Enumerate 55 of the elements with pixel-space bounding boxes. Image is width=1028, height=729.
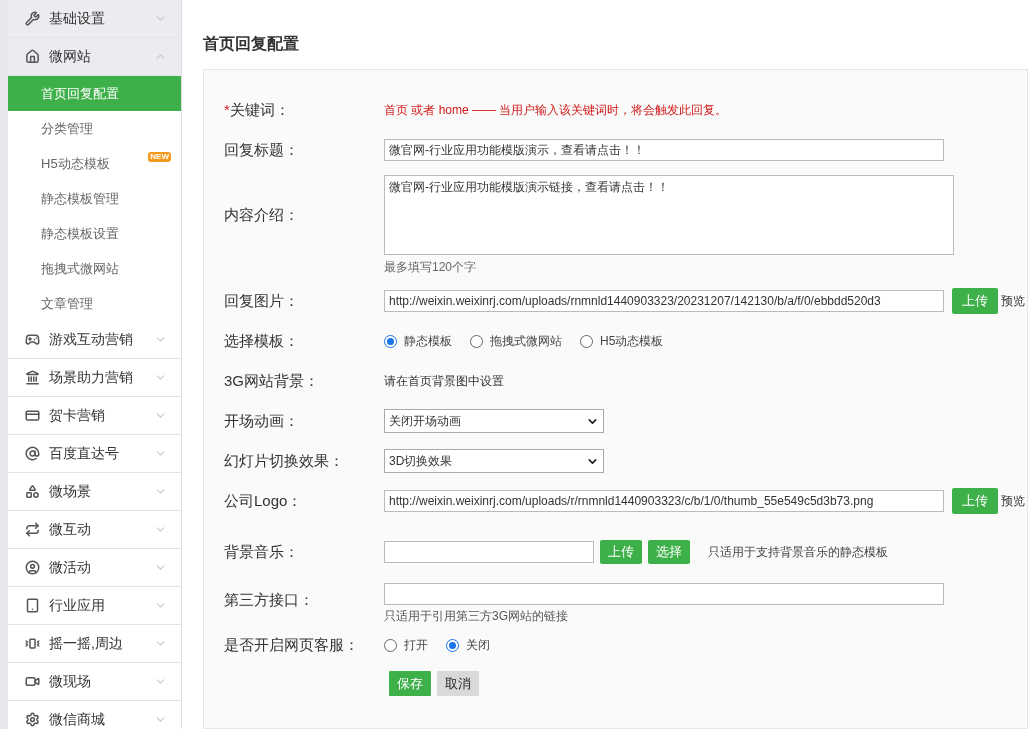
field-label: 是否开启网页客服： bbox=[224, 634, 359, 655]
phone-vibrate-icon bbox=[25, 636, 40, 651]
link-field[interactable] bbox=[384, 583, 944, 605]
music-field[interactable] bbox=[384, 541, 594, 563]
field-label: 第三方接口： bbox=[224, 589, 314, 610]
url-field[interactable]: http://weixin.weixinrj.com/uploads/rnmnld1440903323/20231207/142130/b/a/f/0/ebbdd520d3 bbox=[384, 290, 944, 312]
radio-button[interactable] bbox=[580, 334, 593, 348]
field-label: 内容介绍： bbox=[224, 204, 299, 225]
dropdown-select[interactable]: 3D切换效果 bbox=[384, 449, 604, 473]
radio-label: 静态模板 bbox=[404, 333, 452, 350]
keyword-note: 首页 或者 home —— 当用户输入该关键词时，将会触发此回复。 bbox=[384, 102, 728, 119]
info-text: 请在首页背景图中设置 bbox=[384, 373, 504, 390]
page-title: 首页回复配置 bbox=[203, 34, 300, 54]
wrench-icon bbox=[25, 11, 40, 26]
radio-button[interactable] bbox=[384, 334, 397, 348]
sidebar-group[interactable]: 基础设置 bbox=[8, 0, 181, 38]
user-icon bbox=[25, 560, 40, 575]
home-icon bbox=[25, 49, 40, 64]
preview-link[interactable]: 预览 bbox=[1001, 492, 1025, 510]
cancel-button[interactable]: 取消 bbox=[437, 671, 479, 696]
field-label: 公司Logo： bbox=[224, 490, 303, 511]
dropdown-select[interactable]: 关闭开场动画 bbox=[384, 409, 604, 433]
sidebar-group[interactable]: 微网站 bbox=[8, 38, 181, 76]
radio-button[interactable] bbox=[446, 638, 459, 652]
repeat-icon bbox=[25, 522, 40, 537]
hint-text: 只适用于引用第三方3G网站的链接 bbox=[384, 608, 569, 625]
video-icon bbox=[25, 674, 40, 689]
field-label: 3G网站背景： bbox=[224, 370, 319, 391]
at-sign-icon bbox=[25, 446, 40, 461]
radio-label: 拖拽式微网站 bbox=[490, 333, 562, 350]
field-label: 回复图片： bbox=[224, 290, 299, 311]
preview-link[interactable]: 预览 bbox=[1001, 292, 1025, 310]
field-label: 幻灯片切换效果： bbox=[224, 450, 344, 471]
url-field[interactable]: http://weixin.weixinrj.com/uploads/r/rnmnld1440903323/c/b/1/0/thumb_55e549c5d3b73.png bbox=[384, 490, 944, 512]
shapes-icon bbox=[25, 484, 40, 499]
text-field[interactable]: 微官网-行业应用功能模版演示，查看请点击！！ bbox=[384, 139, 944, 161]
radio-label: 关闭 bbox=[466, 637, 490, 654]
radio-label: H5动态模板 bbox=[600, 333, 664, 350]
gear-icon bbox=[25, 712, 40, 727]
textarea-field[interactable]: 微官网-行业应用功能模版演示链接，查看请点击！！ bbox=[384, 175, 954, 255]
radio-button[interactable] bbox=[470, 334, 483, 348]
field-label: *关键词： bbox=[224, 99, 290, 120]
card-icon bbox=[25, 408, 40, 423]
hint-text: 最多填写120个字 bbox=[384, 259, 478, 276]
field-label: 回复标题： bbox=[224, 139, 299, 160]
field-label: 选择模板： bbox=[224, 330, 299, 351]
radio-button[interactable] bbox=[384, 638, 397, 652]
new-badge: NEW bbox=[148, 152, 171, 162]
field-label: 开场动画： bbox=[224, 410, 299, 431]
gamepad-icon bbox=[25, 332, 40, 347]
field-label: 背景音乐： bbox=[224, 541, 299, 562]
radio-label: 打开 bbox=[404, 637, 428, 654]
note-text: 只适用于支持背景音乐的静态模板 bbox=[708, 544, 888, 561]
tablet-icon bbox=[25, 598, 40, 613]
bank-icon bbox=[25, 370, 40, 385]
